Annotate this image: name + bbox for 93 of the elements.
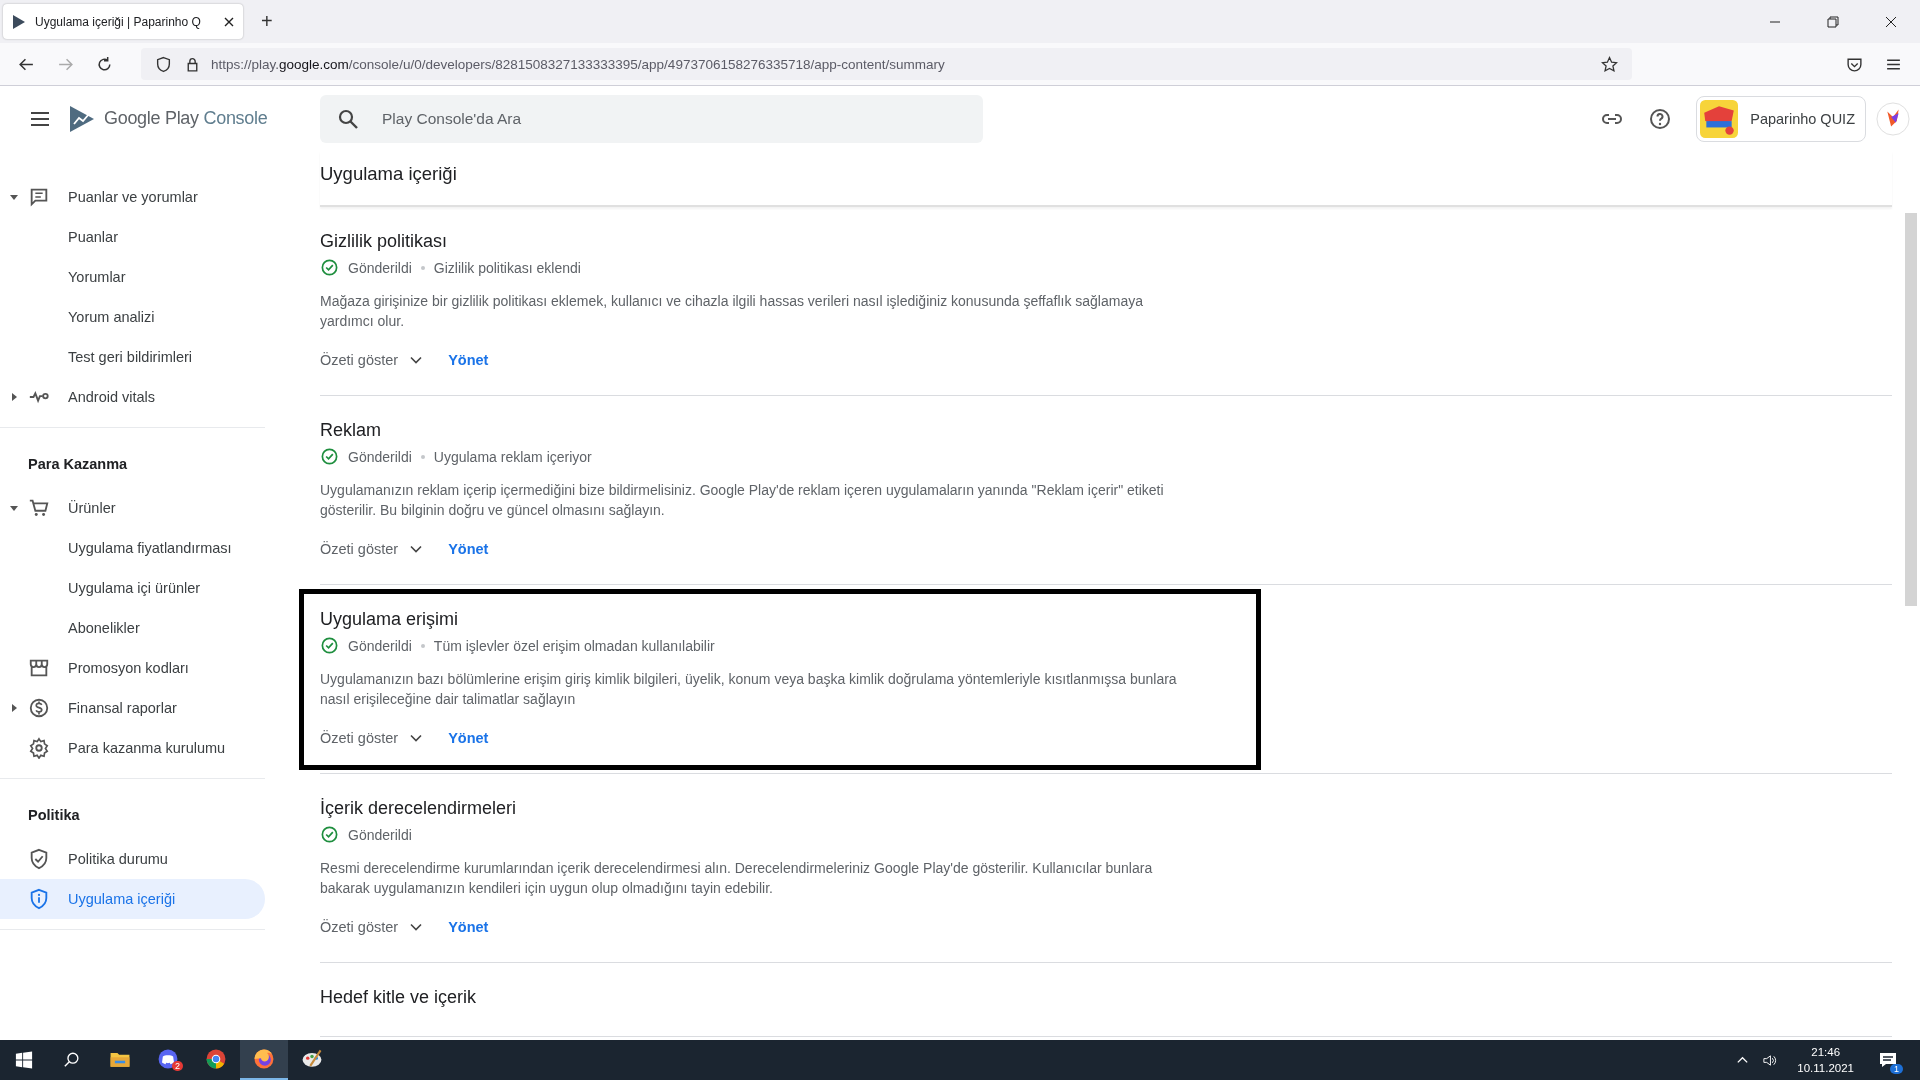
manage-link[interactable]: Yönet	[448, 541, 489, 557]
section-title: Gizlilik politikası	[320, 231, 449, 252]
chrome-icon	[204, 1047, 228, 1071]
taskbar-app[interactable]	[240, 1040, 288, 1080]
restore-icon[interactable]	[1825, 13, 1841, 30]
manage-link[interactable]: Yönet	[448, 352, 489, 368]
shield-check-icon	[28, 848, 50, 870]
status-detail: Gizlilik politikası eklendi	[433, 259, 581, 276]
manage-link[interactable]: Yönet	[448, 730, 489, 746]
search-field[interactable]: Play Console'da Ara	[320, 94, 983, 143]
app-selector[interactable]: Paparinho QUIZ	[1696, 95, 1866, 142]
show-summary-button[interactable]: Özeti göster	[320, 541, 425, 557]
comment-icon	[28, 186, 50, 208]
sidebar-subitem[interactable]: Puanlar	[0, 217, 265, 257]
dollar-icon	[28, 697, 50, 719]
section-title: Hedef kitle ve içerik	[320, 987, 478, 1008]
expand-caret-icon[interactable]	[9, 392, 19, 402]
show-summary-button[interactable]: Özeti göster	[320, 352, 425, 368]
show-summary-button[interactable]: Özeti göster	[320, 919, 425, 935]
check-circle-icon	[320, 825, 339, 844]
description: Uygulamanızın reklam içerip içermediğini bize bildirmelisiniz. Google Play'de reklam içeren uygulamaların yanında "Reklam içerir" etiketi gösterilir. Bu bilginin doğru ve güncel olmasını sağlayın.	[320, 481, 1165, 520]
tab-title: Uygulama içeriği | Paparinho Q	[35, 14, 202, 29]
section-heading: Politika	[27, 806, 81, 825]
gear-icon	[28, 737, 50, 759]
sidebar-subitem[interactable]: Uygulama içi ürünler	[0, 568, 265, 608]
separator-dot	[420, 454, 425, 459]
section-title: Reklam	[320, 420, 382, 441]
description: Resmi derecelendirme kurumlarından içerik derecelendirmesi alın. Derecelendirmeleriniz Google Play'de gösterilir. Kullanıcılar bunlara bakarak uygulamanızın kendileri için uygun olup olmadığını tayin edebilir.	[320, 859, 1154, 898]
sidebar-item[interactable]: Ürünler	[0, 488, 265, 528]
chat-icon	[156, 1047, 180, 1071]
message-icon	[1878, 1050, 1898, 1070]
clock[interactable]: 21:46 10.11.2021	[1797, 1044, 1854, 1076]
cart-icon	[28, 497, 50, 519]
speaker-icon[interactable]	[1762, 1052, 1778, 1068]
play-console-logo-icon[interactable]	[68, 104, 96, 133]
developer-avatar-icon[interactable]	[1876, 101, 1910, 136]
section-title: İçerik derecelendirmeleri	[320, 798, 518, 819]
collapse-caret-icon[interactable]	[9, 503, 19, 513]
section-heading: Para Kazanma	[27, 455, 129, 474]
pocket-icon[interactable]	[1846, 55, 1863, 73]
sidebar-subitem[interactable]: Test geri bildirimleri	[0, 337, 265, 377]
show-summary-button[interactable]: Özeti göster	[320, 730, 425, 746]
play-icon	[11, 13, 27, 30]
sidebar-item[interactable]: Para kazanma kurulumu	[0, 728, 265, 768]
notification-center-button[interactable]: 1	[1868, 1040, 1908, 1080]
sidebar-subitem[interactable]: Uygulama fiyatlandırması	[0, 528, 265, 568]
help-icon[interactable]	[1648, 106, 1673, 131]
status-text: Gönderildi	[348, 637, 412, 654]
status-detail: Uygulama reklam içeriyor	[433, 448, 592, 465]
app-icon	[1700, 99, 1739, 138]
sidebar-item[interactable]: Finansal raporlar	[0, 688, 265, 728]
firefox-icon	[252, 1047, 276, 1071]
sidebar-item[interactable]: Promosyon kodları	[0, 648, 265, 688]
status-text: Gönderildi	[348, 448, 412, 465]
status-text: Gönderildi	[348, 259, 412, 276]
check-circle-icon	[320, 636, 339, 655]
taskbar-app[interactable]: 2	[144, 1040, 192, 1080]
sidebar-item[interactable]: Politika durumu	[0, 839, 265, 879]
separator-dot	[420, 643, 425, 648]
description: Uygulamanızın bazı bölümlerine erişim giriş kimlik bilgileri, üyelik, konum veya başka kimlik doğrulama yöntemleriyle kısıtlanmışsa bunlara nasıl erişileceğine dair talimatlar sağlayın	[320, 670, 1178, 709]
sidebar-item[interactable]: Uygulama içeriği	[0, 879, 265, 919]
status-text: Gönderildi	[348, 826, 412, 843]
logo-text: Google Play Console	[104, 108, 268, 129]
status-detail: Tüm işlevler özel erişim olmadan kullanılabilir	[433, 637, 715, 654]
windows-start-icon[interactable]	[15, 1051, 33, 1069]
address-bar[interactable]: https://play.google.com/console/u/0/developers/8281508327133333395/app/4973706158276335718/app-content/summary	[141, 48, 1632, 80]
sidebar-subitem[interactable]: Abonelikler	[0, 608, 265, 648]
browser-tab[interactable]: Uygulama içeriği | Paparinho Q	[3, 4, 243, 39]
expand-caret-icon[interactable]	[9, 703, 19, 713]
sidebar-subitem[interactable]: Yorum analizi	[0, 297, 265, 337]
url-text: https://play.google.com/console/u/0/developers/8281508327133333395/app/4973706158276335718/app-content/summary	[211, 56, 945, 72]
star-icon[interactable]	[1601, 55, 1618, 73]
manage-link[interactable]: Yönet	[448, 919, 489, 935]
close-icon[interactable]	[223, 15, 235, 28]
check-circle-icon	[320, 447, 339, 466]
new-tab-button[interactable]: +	[261, 10, 273, 33]
store-icon	[28, 657, 50, 679]
shield-icon	[155, 55, 172, 73]
notification-count: 1	[1890, 1064, 1903, 1074]
section-title: Uygulama erişimi	[320, 609, 460, 630]
sidebar-item[interactable]: Android vitals	[0, 377, 265, 417]
search-icon[interactable]	[63, 1051, 81, 1069]
reload-icon[interactable]	[96, 55, 113, 73]
sidebar-item[interactable]: Puanlar ve yorumlar	[0, 177, 265, 217]
collapse-caret-icon[interactable]	[9, 192, 19, 202]
shield-info-icon	[28, 888, 50, 910]
sidebar-subitem[interactable]: Yorumlar	[0, 257, 265, 297]
separator-dot	[420, 265, 425, 270]
notification-badge: 2	[172, 1061, 183, 1071]
description: Mağaza girişinize bir gizlilik politikası eklemek, kullanıcı ve cihazla ilgili hassas verileri nasıl işlediğiniz konusunda şeffaflık sağlamaya yardımcı olur.	[320, 292, 1144, 331]
page-title: Uygulama içeriği	[320, 151, 1892, 207]
check-circle-icon	[320, 258, 339, 277]
scrollbar-thumb[interactable]	[1905, 213, 1917, 606]
